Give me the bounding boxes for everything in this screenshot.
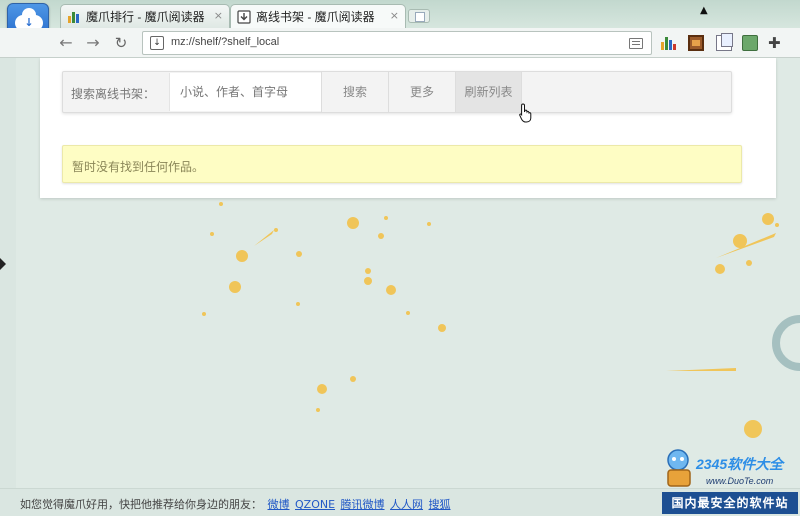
share-link-qzone[interactable]: QZONE [295,498,335,511]
image-icon[interactable] [742,35,758,51]
forward-button[interactable]: → [82,32,104,54]
tab-title: 魔爪排行 - 魔爪阅读器 [86,10,205,24]
rankings-chart-icon[interactable] [660,35,676,51]
share-link-tencent-weibo[interactable]: 腾讯微博 [341,498,385,511]
watermark-brand: 2345软件大全 [696,456,784,472]
reload-button[interactable]: ↻ [110,32,132,54]
film-icon[interactable] [688,35,704,51]
new-tab-button[interactable] [408,9,430,23]
share-link-weibo[interactable]: 微博 [268,498,290,511]
shelf-search-bar: 搜索离线书架： 搜索 更多 刷新列表 [62,71,732,123]
empty-shelf-notice: 暂时没有找到任何作品。 [62,145,742,183]
address-bar[interactable]: ↓ mz://shelf/?shelf_local [142,31,652,55]
share-link-renren[interactable]: 人人网 [390,498,423,511]
sidebar-toggle-icon[interactable] [0,258,6,270]
site-watermark: 2345软件大全 www.DuoTe.com 国内最安全的软件站 [656,440,800,516]
download-tab-icon [237,9,251,24]
watermark-slogan: 国内最安全的软件站 [662,492,798,514]
browser-frame: ↓ 魔爪排行 - 魔爪阅读器 × 离线书架 - 魔爪阅读器 × ▲ ← → ↻ … [0,0,800,58]
address-text[interactable]: mz://shelf/?shelf_local [171,36,279,48]
more-button[interactable]: 更多 [388,72,455,112]
page-menu-icon[interactable] [629,38,643,49]
search-label: 搜索离线书架： [71,87,156,101]
tab-close-button[interactable]: × [214,9,223,22]
footer-share-bar: 如您觉得魔爪好用，快把他推荐给你身边的朋友： 微博 QZONE 腾讯微博 人人网… [20,496,451,512]
navigation-toolbar: ← → ↻ ↓ mz://shelf/?shelf_local ✚ [0,28,800,58]
wrench-icon[interactable]: ✚ [768,35,784,51]
search-button[interactable]: 搜索 [321,72,388,112]
tab-rankings[interactable]: 魔爪排行 - 魔爪阅读器 × [60,4,230,28]
left-sidebar-strip [0,58,16,488]
tab-offline-shelf[interactable]: 离线书架 - 魔爪阅读器 × [230,4,406,28]
shelf-panel: 搜索离线书架： 搜索 更多 刷新列表 暂时没有找到任何作品。 [40,58,776,198]
refresh-list-button[interactable]: 刷新列表 [455,72,522,112]
pages-icon[interactable] [716,33,733,51]
chart-tab-icon [68,11,79,23]
share-prompt: 如您觉得魔爪好用，快把他推荐给你身边的朋友： [20,498,262,511]
pin-icon[interactable]: ▲ [700,5,708,16]
tab-close-button[interactable]: × [390,9,399,22]
page-content: 搜索离线书架： 搜索 更多 刷新列表 暂时没有找到任何作品。 [16,58,800,488]
watermark-url: www.DuoTe.com [706,476,774,486]
mascot-icon [667,449,691,487]
hand-cursor-icon [519,103,532,123]
download-page-icon: ↓ [150,36,164,50]
tab-title: 离线书架 - 魔爪阅读器 [256,10,375,24]
shelf-search-input[interactable] [169,73,321,111]
empty-shelf-message: 暂时没有找到任何作品。 [72,160,205,174]
share-link-sohu[interactable]: 搜狐 [429,498,451,511]
back-button[interactable]: ← [55,32,77,54]
